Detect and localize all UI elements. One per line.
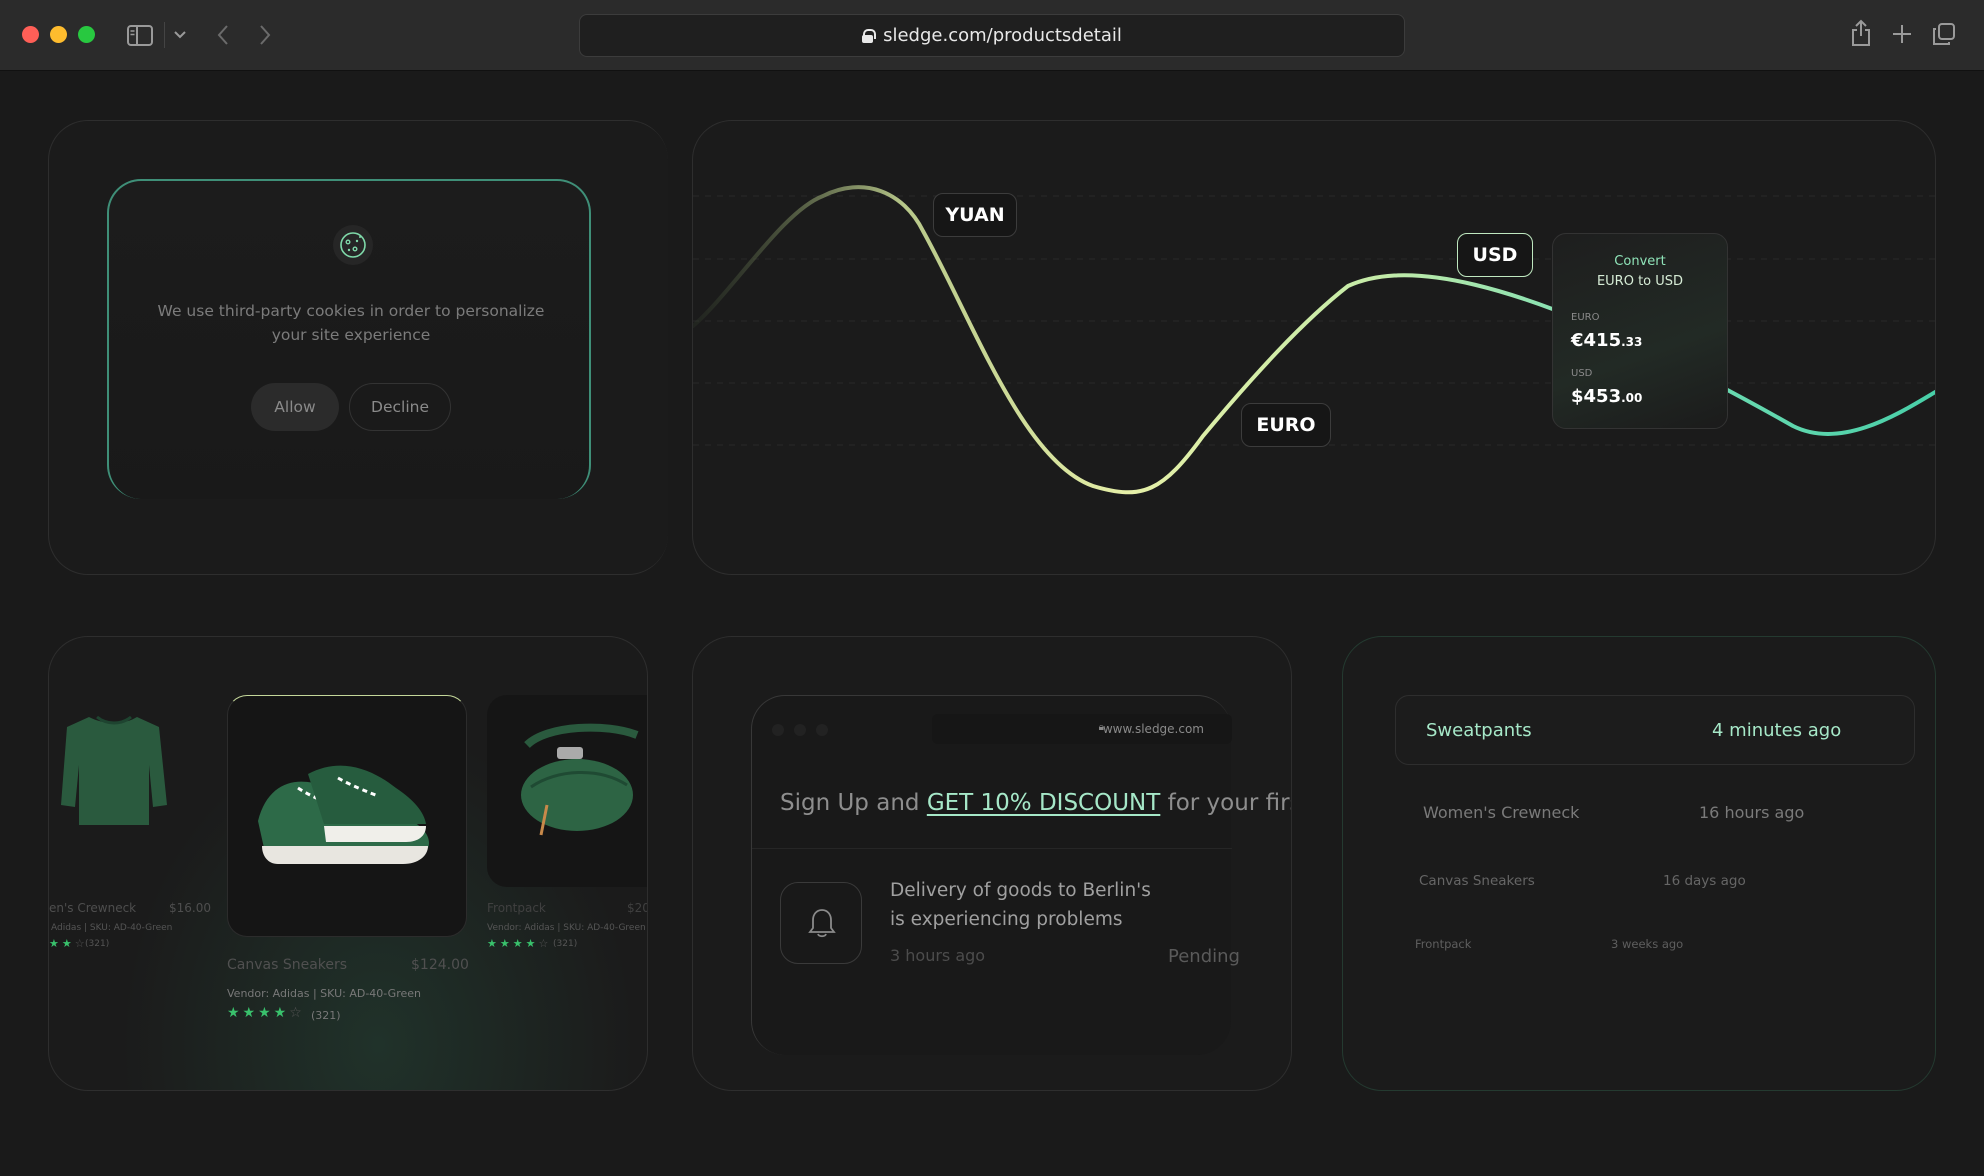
- lock-icon: 🔒︎: [1098, 722, 1104, 733]
- address-bar[interactable]: sledge.com/productsdetail: [579, 14, 1405, 57]
- share-icon[interactable]: [1851, 19, 1871, 47]
- product-rating: ★★★★☆: [227, 1005, 305, 1021]
- products-panel: en's Crewneck $16.00 Adidas | SKU: AD-40…: [48, 636, 648, 1091]
- product-rating: ★★☆: [49, 937, 88, 950]
- convert-title: Convert: [1614, 254, 1666, 269]
- toolbar-divider: [164, 22, 165, 48]
- recent-item-name[interactable]: Canvas Sneakers: [1419, 873, 1535, 889]
- zoom-window-button[interactable]: [78, 26, 95, 43]
- product-price: $16.00: [169, 901, 211, 915]
- product-reviews: (321): [311, 1009, 341, 1022]
- sidebar-icon[interactable]: [127, 25, 153, 46]
- allow-button[interactable]: Allow: [251, 383, 339, 431]
- cookie-icon: [333, 225, 373, 265]
- mini-address-bar: www.sledge.com 🔒︎: [932, 714, 1232, 744]
- recent-item-active[interactable]: Sweatpants 4 minutes ago: [1395, 695, 1915, 765]
- from-currency-label: EURO: [1571, 312, 1600, 323]
- chevron-down-icon[interactable]: [174, 31, 186, 39]
- recent-item-name[interactable]: Women's Crewneck: [1423, 803, 1579, 822]
- product-meta: Vendor: Adidas | SKU: AD-40-Green: [487, 923, 646, 933]
- forward-icon[interactable]: [258, 24, 272, 46]
- product-meta: Adidas | SKU: AD-40-Green: [51, 923, 173, 933]
- recent-item-time: 16 days ago: [1663, 873, 1746, 889]
- currency-chart-panel: YUAN EURO USD Convert EURO to USD EURO €…: [692, 120, 1936, 575]
- recent-item-time: 16 hours ago: [1699, 803, 1805, 822]
- product-rating: ★★★★☆: [487, 937, 552, 950]
- notification-time: 3 hours ago: [890, 946, 986, 965]
- product-meta: Vendor: Adidas | SKU: AD-40-Green: [227, 987, 421, 1000]
- back-icon[interactable]: [216, 24, 230, 46]
- notification-icon-box: [780, 882, 862, 964]
- bell-icon: [808, 909, 836, 938]
- to-currency-label: USD: [1571, 368, 1593, 379]
- decline-button[interactable]: Decline: [349, 383, 451, 431]
- sneakers-image[interactable]: [227, 695, 467, 937]
- euro-tag[interactable]: EURO: [1241, 403, 1331, 447]
- frontpack-image[interactable]: [487, 695, 647, 887]
- product-reviews: (321): [85, 939, 110, 949]
- signup-window: www.sledge.com 🔒︎ Sign Up and GET 10% DI…: [751, 695, 1291, 1055]
- convert-card: Convert EURO to USD EURO €415.33 USD $45…: [1552, 233, 1728, 429]
- close-window-button[interactable]: [22, 26, 39, 43]
- notification-status: Pending: [1168, 946, 1240, 967]
- to-amount: $453.00: [1571, 386, 1643, 407]
- lock-icon: [862, 29, 877, 43]
- recent-item-name[interactable]: Frontpack: [1415, 937, 1471, 951]
- cookie-banner: We use third-party cookies in order to p…: [107, 179, 591, 499]
- product-price: $20: [627, 901, 648, 915]
- crewneck-image[interactable]: [49, 695, 179, 845]
- discount-link[interactable]: GET 10% DISCOUNT: [927, 790, 1161, 816]
- usd-tag[interactable]: USD: [1457, 233, 1533, 277]
- signup-panel: www.sledge.com 🔒︎ Sign Up and GET 10% DI…: [692, 636, 1292, 1091]
- divider: [752, 848, 1232, 849]
- signup-headline: Sign Up and GET 10% DISCOUNT for your fi…: [780, 790, 1291, 816]
- cookie-message: We use third-party cookies in order to p…: [157, 302, 545, 344]
- mini-url: www.sledge.com: [1102, 722, 1204, 736]
- minimize-window-button[interactable]: [50, 26, 67, 43]
- recent-item-time: 3 weeks ago: [1611, 937, 1684, 951]
- tabs-overview-icon[interactable]: [1932, 22, 1956, 46]
- product-name: Canvas Sneakers: [227, 957, 348, 973]
- window-dots: [772, 724, 828, 736]
- cookie-panel: We use third-party cookies in order to p…: [48, 120, 668, 575]
- recent-item-name: Sweatpants: [1426, 720, 1532, 741]
- yuan-tag[interactable]: YUAN: [933, 193, 1017, 237]
- product-reviews: (321): [553, 939, 578, 949]
- product-name: en's Crewneck: [49, 901, 137, 915]
- new-tab-icon[interactable]: [1892, 24, 1912, 44]
- notification-message: Delivery of goods to Berlin's is experie…: [890, 880, 1151, 930]
- convert-subtitle: EURO to USD: [1596, 274, 1684, 289]
- recent-item-time: 4 minutes ago: [1712, 720, 1842, 741]
- url-text: sledge.com/productsdetail: [883, 25, 1122, 46]
- product-name: Frontpack: [487, 901, 546, 915]
- recent-panel: Sweatpants 4 minutes ago Women's Crewnec…: [1342, 636, 1936, 1091]
- currency-chart: [693, 185, 1935, 495]
- browser-toolbar: sledge.com/productsdetail: [0, 0, 1984, 71]
- product-price: $124.00: [411, 957, 469, 973]
- from-amount: €415.33: [1571, 330, 1643, 351]
